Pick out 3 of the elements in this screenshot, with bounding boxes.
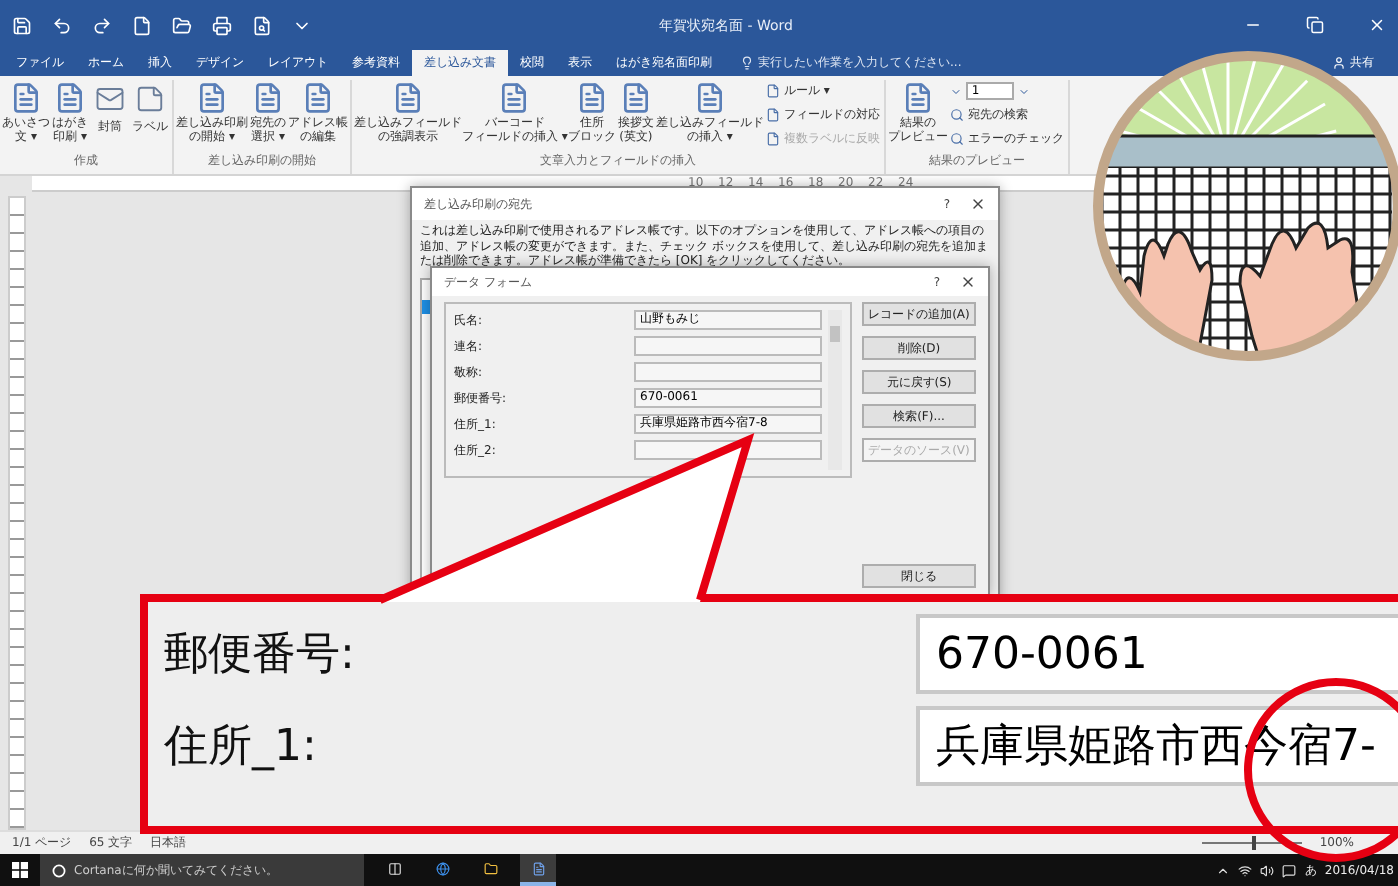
field-label: 住所_1: bbox=[164, 720, 319, 776]
field-label: 郵便番号: bbox=[164, 628, 357, 684]
input-field: 670-0061 bbox=[916, 614, 1398, 694]
